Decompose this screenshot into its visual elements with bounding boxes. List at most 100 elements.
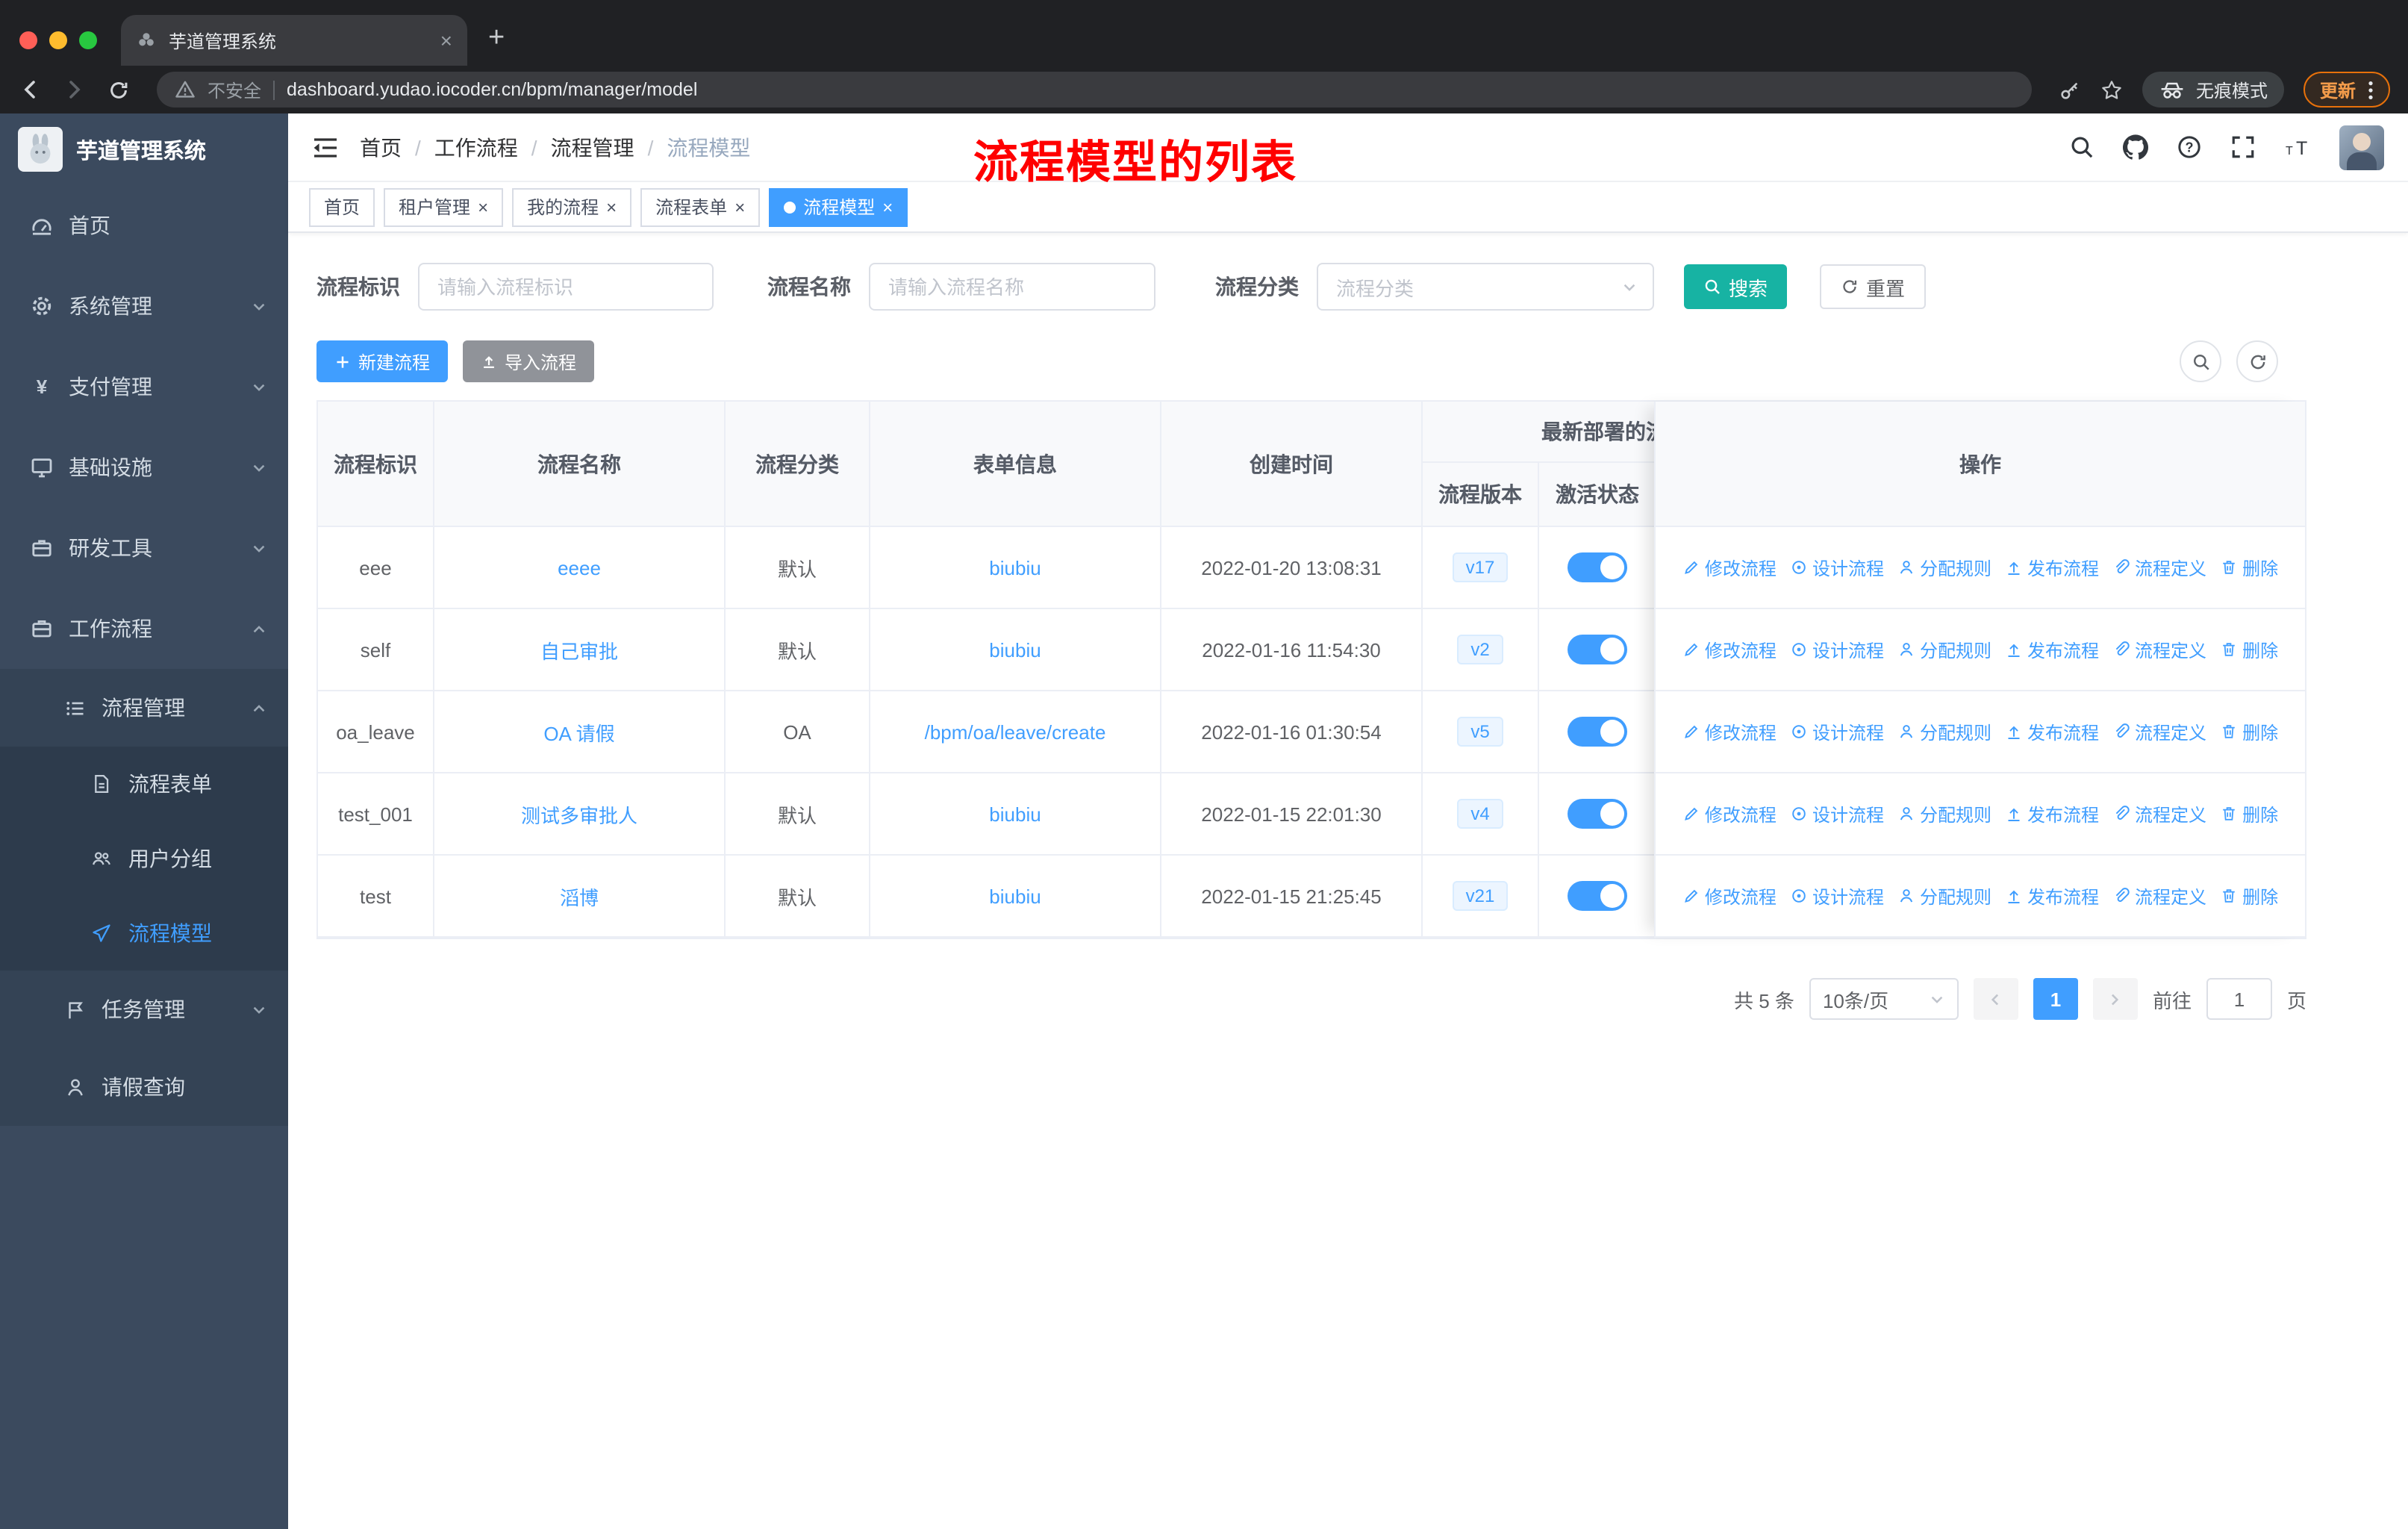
- github-icon[interactable]: [2123, 134, 2148, 160]
- row-action-delete[interactable]: 删除: [2220, 801, 2278, 826]
- tag-close-icon[interactable]: ×: [606, 198, 617, 216]
- forward-button[interactable]: [63, 78, 87, 102]
- process-name-link[interactable]: 自己审批: [540, 635, 618, 664]
- bookmark-star-button[interactable]: [2100, 78, 2123, 101]
- status-toggle[interactable]: [1568, 552, 1627, 582]
- reset-button[interactable]: 重置: [1820, 264, 1927, 309]
- row-action-modify[interactable]: 修改流程: [1682, 801, 1777, 826]
- reload-button[interactable]: [107, 78, 130, 101]
- page-number-button[interactable]: 1: [2033, 978, 2078, 1020]
- row-action-modify[interactable]: 修改流程: [1682, 637, 1777, 662]
- row-action-modify[interactable]: 修改流程: [1682, 719, 1777, 744]
- page-size-select[interactable]: 10条/页: [1809, 978, 1959, 1020]
- process-id-input[interactable]: [418, 263, 714, 311]
- window-maximize-button[interactable]: [79, 31, 97, 49]
- sidebar-item-payment[interactable]: ¥ 支付管理: [0, 346, 288, 427]
- user-avatar[interactable]: [2339, 125, 2384, 169]
- prev-page-button[interactable]: [1973, 978, 2018, 1020]
- process-category-select[interactable]: 流程分类: [1317, 263, 1654, 311]
- tag-tenant-management[interactable]: 租户管理 ×: [384, 187, 504, 226]
- search-button[interactable]: 搜索: [1684, 264, 1788, 309]
- sidebar-collapse-button[interactable]: [312, 135, 339, 159]
- window-minimize-button[interactable]: [49, 31, 67, 49]
- row-action-definition[interactable]: 流程定义: [2112, 555, 2206, 580]
- row-action-assign-rules[interactable]: 分配规则: [1897, 637, 1991, 662]
- row-action-assign-rules[interactable]: 分配规则: [1897, 719, 1991, 744]
- tag-close-icon[interactable]: ×: [734, 198, 745, 216]
- sidebar-item-workflow[interactable]: 工作流程: [0, 588, 288, 669]
- row-action-publish[interactable]: 发布流程: [2005, 637, 2099, 662]
- tag-close-icon[interactable]: ×: [882, 198, 893, 216]
- browser-tab[interactable]: 芋道管理系统 ×: [121, 15, 467, 66]
- tag-close-icon[interactable]: ×: [478, 198, 488, 216]
- sidebar-item-home[interactable]: 首页: [0, 185, 288, 266]
- tab-close-button[interactable]: ×: [440, 30, 452, 51]
- sidebar-item-process-management[interactable]: 流程管理: [0, 669, 288, 747]
- toggle-search-button[interactable]: [2180, 340, 2221, 382]
- sidebar-item-leave-query[interactable]: 请假查询: [0, 1048, 288, 1126]
- sidebar-item-devtools[interactable]: 研发工具: [0, 508, 288, 588]
- next-page-button[interactable]: [2092, 978, 2138, 1020]
- sidebar-item-user-group[interactable]: 用户分组: [0, 821, 288, 896]
- process-name-link[interactable]: 测试多审批人: [521, 800, 637, 828]
- version-tag[interactable]: v17: [1452, 552, 1509, 583]
- row-action-definition[interactable]: 流程定义: [2112, 883, 2206, 909]
- status-toggle[interactable]: [1568, 717, 1627, 747]
- new-tab-button[interactable]: +: [488, 22, 505, 55]
- process-name-link[interactable]: 滔博: [560, 882, 599, 910]
- status-toggle[interactable]: [1568, 881, 1627, 911]
- row-action-design[interactable]: 设计流程: [1790, 719, 1884, 744]
- sidebar-item-process-model[interactable]: 流程模型: [0, 896, 288, 971]
- process-name-link[interactable]: OA 请假: [543, 717, 614, 746]
- version-tag[interactable]: v21: [1452, 880, 1509, 912]
- row-action-definition[interactable]: 流程定义: [2112, 719, 2206, 744]
- row-action-design[interactable]: 设计流程: [1790, 637, 1884, 662]
- row-action-publish[interactable]: 发布流程: [2005, 719, 2099, 744]
- row-action-modify[interactable]: 修改流程: [1682, 555, 1777, 580]
- process-name-link[interactable]: eeee: [558, 556, 601, 579]
- form-info-link[interactable]: biubiu: [989, 803, 1041, 825]
- password-key-icon[interactable]: [2059, 78, 2081, 101]
- search-icon[interactable]: [2069, 134, 2094, 160]
- breadcrumb-item-workflow[interactable]: 工作流程: [434, 132, 518, 162]
- breadcrumb-item-home[interactable]: 首页: [360, 132, 402, 162]
- row-action-assign-rules[interactable]: 分配规则: [1897, 883, 1991, 909]
- row-action-publish[interactable]: 发布流程: [2005, 883, 2099, 909]
- back-button[interactable]: [18, 78, 42, 102]
- font-size-icon[interactable]: TT: [2284, 135, 2311, 159]
- form-info-link[interactable]: biubiu: [989, 556, 1041, 579]
- row-action-assign-rules[interactable]: 分配规则: [1897, 801, 1991, 826]
- update-button[interactable]: 更新: [2303, 72, 2390, 108]
- status-toggle[interactable]: [1568, 799, 1627, 829]
- url-text[interactable]: dashboard.yudao.iocoder.cn/bpm/manager/m…: [287, 79, 697, 100]
- browser-menu-button[interactable]: [2368, 78, 2374, 101]
- sidebar-item-infrastructure[interactable]: 基础设施: [0, 427, 288, 508]
- window-close-button[interactable]: [19, 31, 37, 49]
- form-info-link[interactable]: /bpm/oa/leave/create: [925, 720, 1106, 743]
- row-action-delete[interactable]: 删除: [2220, 719, 2278, 744]
- tag-home[interactable]: 首页: [309, 187, 375, 226]
- import-process-button[interactable]: 导入流程: [463, 340, 595, 382]
- security-badge[interactable]: 不安全: [208, 77, 261, 102]
- breadcrumb-item-process-management[interactable]: 流程管理: [551, 132, 634, 162]
- row-action-design[interactable]: 设计流程: [1790, 883, 1884, 909]
- row-action-publish[interactable]: 发布流程: [2005, 801, 2099, 826]
- row-action-assign-rules[interactable]: 分配规则: [1897, 555, 1991, 580]
- version-tag[interactable]: v4: [1457, 798, 1503, 829]
- row-action-design[interactable]: 设计流程: [1790, 801, 1884, 826]
- status-toggle[interactable]: [1568, 635, 1627, 664]
- create-process-button[interactable]: 新建流程: [316, 340, 449, 382]
- row-action-delete[interactable]: 删除: [2220, 637, 2278, 662]
- row-action-definition[interactable]: 流程定义: [2112, 637, 2206, 662]
- app-logo[interactable]: 芋道管理系统: [0, 113, 288, 185]
- sidebar-item-task-management[interactable]: 任务管理: [0, 971, 288, 1048]
- row-action-definition[interactable]: 流程定义: [2112, 801, 2206, 826]
- fullscreen-icon[interactable]: [2230, 134, 2256, 160]
- help-icon[interactable]: ?: [2177, 134, 2202, 160]
- sidebar-item-process-form[interactable]: 流程表单: [0, 747, 288, 821]
- row-action-delete[interactable]: 删除: [2220, 883, 2278, 909]
- goto-page-input[interactable]: [2206, 978, 2272, 1020]
- row-action-publish[interactable]: 发布流程: [2005, 555, 2099, 580]
- sidebar-item-system[interactable]: 系统管理: [0, 266, 288, 346]
- version-tag[interactable]: v5: [1457, 716, 1503, 747]
